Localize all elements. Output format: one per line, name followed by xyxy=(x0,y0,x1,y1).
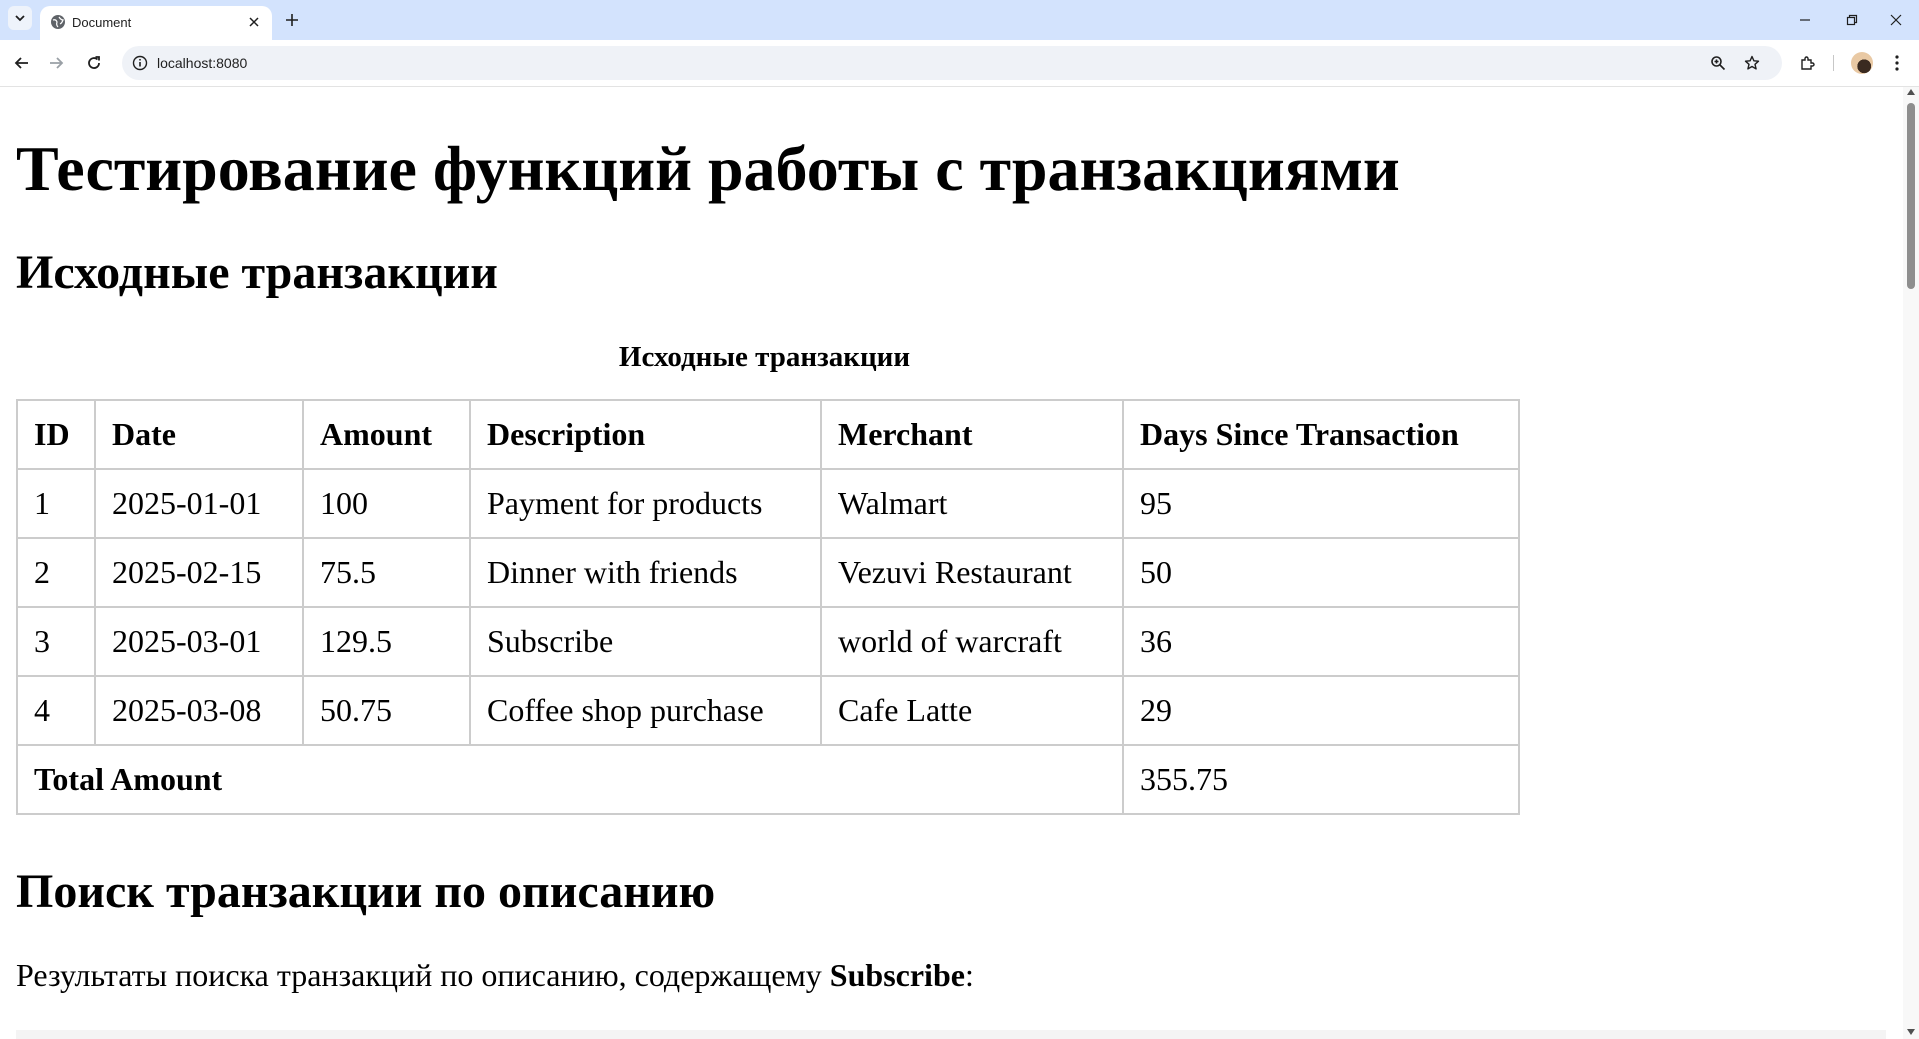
profile-avatar[interactable] xyxy=(1851,52,1873,74)
column-header: ID xyxy=(16,399,96,470)
restore-icon xyxy=(1846,14,1858,26)
table-cell: Cafe Latte xyxy=(820,675,1124,746)
column-header: Date xyxy=(94,399,304,470)
table-cell: 2025-03-01 xyxy=(94,606,304,677)
table-cell: 4 xyxy=(16,675,96,746)
table-cell: 2025-02-15 xyxy=(94,537,304,608)
total-label: Total Amount xyxy=(16,744,1124,815)
table-header-row: ID Date Amount Description Merchant Days… xyxy=(16,399,1520,470)
column-header: Days Since Transaction xyxy=(1122,399,1520,470)
bookmark-star-icon[interactable] xyxy=(1742,53,1762,73)
extensions-button[interactable] xyxy=(1796,51,1820,75)
table-cell: world of warcraft xyxy=(820,606,1124,677)
table-cell: 129.5 xyxy=(302,606,471,677)
table-cell: 50 xyxy=(1122,537,1520,608)
table-row: 4 2025-03-08 50.75 Coffee shop purchase … xyxy=(16,675,1520,746)
back-button[interactable] xyxy=(8,49,36,77)
table-cell: Dinner with friends xyxy=(469,537,822,608)
forward-button[interactable] xyxy=(42,49,70,77)
minimize-icon xyxy=(1800,19,1810,21)
table-cell: 2 xyxy=(16,537,96,608)
reload-icon xyxy=(88,56,100,69)
minimize-button[interactable] xyxy=(1785,6,1825,34)
page-scrollbar[interactable] xyxy=(1903,87,1919,1039)
table-cell: 29 xyxy=(1122,675,1520,746)
table-cell: Payment for products xyxy=(469,468,822,539)
chevron-down-icon xyxy=(15,15,25,22)
tab-search-button[interactable] xyxy=(8,6,32,30)
new-tab-button[interactable] xyxy=(280,8,304,32)
search-results-description: Результаты поиска транзакций по описанию… xyxy=(16,957,974,994)
tab-close-button[interactable] xyxy=(244,12,264,32)
search-suffix: : xyxy=(964,957,974,993)
column-header: Amount xyxy=(302,399,471,470)
column-header: Merchant xyxy=(820,399,1124,470)
table-cell: 2025-03-08 xyxy=(94,675,304,746)
scroll-down-arrow-icon[interactable] xyxy=(1907,1029,1915,1035)
table-cell: 36 xyxy=(1122,606,1520,677)
search-results-table-edge xyxy=(16,1030,1886,1039)
browser-menu-button[interactable] xyxy=(1885,51,1909,75)
table-caption: Исходные транзакции xyxy=(618,341,911,373)
table-cell: 100 xyxy=(302,468,471,539)
table-cell: 50.75 xyxy=(302,675,471,746)
column-header: Description xyxy=(469,399,822,470)
browser-toolbar: localhost:8080 xyxy=(0,40,1919,87)
arrow-right-icon xyxy=(50,57,64,69)
site-info-icon[interactable] xyxy=(130,53,150,73)
close-window-button[interactable] xyxy=(1876,6,1916,34)
arrow-left-icon xyxy=(14,57,28,69)
table-cell: 3 xyxy=(16,606,96,677)
toolbar-divider xyxy=(1833,55,1834,71)
table-cell: 75.5 xyxy=(302,537,471,608)
more-vertical-icon xyxy=(1895,55,1899,71)
table-cell: Walmart xyxy=(820,468,1124,539)
table-total-row: Total Amount 355.75 xyxy=(16,744,1520,815)
address-bar[interactable]: localhost:8080 xyxy=(122,46,1782,80)
table-cell: Vezuvi Restaurant xyxy=(820,537,1124,608)
zoom-icon[interactable] xyxy=(1708,53,1728,73)
transactions-table: ID Date Amount Description Merchant Days… xyxy=(16,399,1520,815)
puzzle-icon xyxy=(1801,56,1815,70)
total-value: 355.75 xyxy=(1122,744,1520,815)
table-cell: 1 xyxy=(16,468,96,539)
search-term: Subscribe xyxy=(829,957,965,993)
restore-button[interactable] xyxy=(1832,6,1872,34)
reload-button[interactable] xyxy=(80,49,108,77)
tab-strip: Document xyxy=(0,0,1919,40)
plus-icon xyxy=(286,14,298,26)
close-icon xyxy=(249,17,259,27)
close-icon xyxy=(1890,14,1902,26)
globe-icon xyxy=(51,15,65,29)
scroll-up-arrow-icon[interactable] xyxy=(1907,89,1915,95)
scrollbar-thumb[interactable] xyxy=(1907,103,1915,289)
tab-title: Document xyxy=(72,15,132,30)
table-row: 3 2025-03-01 129.5 Subscribe world of wa… xyxy=(16,606,1520,677)
url-text[interactable]: localhost:8080 xyxy=(157,55,247,71)
section-heading-search: Поиск транзакции по описанию xyxy=(16,865,716,918)
section-heading-source-transactions: Исходные транзакции xyxy=(16,246,498,299)
search-text: Результаты поиска транзакций по описанию… xyxy=(16,957,830,993)
table-row: 1 2025-01-01 100 Payment for products Wa… xyxy=(16,468,1520,539)
table-row: 2 2025-02-15 75.5 Dinner with friends Ve… xyxy=(16,537,1520,608)
table-cell: 2025-01-01 xyxy=(94,468,304,539)
table-cell: Coffee shop purchase xyxy=(469,675,822,746)
page-title: Тестирование функций работы с транзакция… xyxy=(16,133,1400,204)
browser-tab[interactable]: Document xyxy=(40,6,272,40)
page-viewport: Тестирование функций работы с транзакция… xyxy=(0,87,1903,1039)
table-cell: Subscribe xyxy=(469,606,822,677)
table-cell: 95 xyxy=(1122,468,1520,539)
